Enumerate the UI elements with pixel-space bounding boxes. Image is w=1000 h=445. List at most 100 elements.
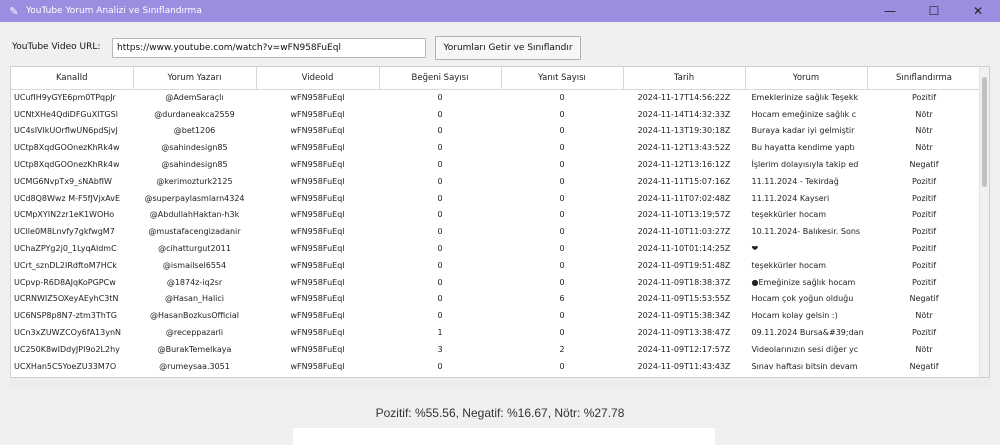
cell-replies: 0 xyxy=(559,109,565,119)
vertical-scrollbar[interactable] xyxy=(979,67,989,377)
cell-date: 2024-11-11T15:07:16Z xyxy=(637,176,731,186)
table-row[interactable]: UC6NSP8p8N7-ztm3ThTG @HasanBozkusOfficial… xyxy=(11,307,981,324)
cell-classification: Pozitif xyxy=(911,193,937,203)
table-row[interactable]: UCtp8XqdGOOnezKhRk4w @sahindesign85 wFN958… xyxy=(11,156,981,173)
table-row[interactable]: UCufIH9yGYE6pm0TPqpJr @AdemSaraçlı wFN958F… xyxy=(11,89,981,106)
cell-date: 2024-11-10T01:14:25Z xyxy=(637,244,731,254)
url-input[interactable] xyxy=(112,38,426,58)
table-row[interactable]: UCNtXHe4QdiDFGuXITGSl @durdaneakca2559 wFN… xyxy=(11,106,981,123)
cell-classification: Pozitif xyxy=(911,328,937,338)
window-title: YouTube Yorum Analizi ve Sınıflandırma xyxy=(26,6,202,16)
table-row[interactable]: UCtp8XqdGOOnezKhRk4w @sahindesign85 wFN958… xyxy=(11,139,981,156)
cell-likes: 0 xyxy=(437,109,443,119)
cell-channel-id: UCpvp-R6D8AJqKoPGPCw xyxy=(14,277,116,287)
close-icon[interactable]: ✕ xyxy=(956,0,1000,22)
cell-author: @cihatturgut2011 xyxy=(158,244,231,254)
table-row[interactable]: UCd8Q8Wwz M-F5fJVjxAvE @superpaylasmlarn4… xyxy=(11,190,981,207)
column-header[interactable]: Beğeni Sayısı xyxy=(379,67,502,90)
cell-channel-id: UCNtXHe4QdiDFGuXITGSl xyxy=(14,109,118,119)
cell-likes: 3 xyxy=(437,344,443,354)
toolbar: YouTube Video URL: Yorumları Getir ve Sı… xyxy=(0,22,1000,64)
table-row[interactable]: UC4sIVlkUOrflwUN6pdSjvJ @bet1206 wFN958FuE… xyxy=(11,123,981,140)
column-header[interactable]: Yanıt Sayısı xyxy=(501,67,624,90)
cell-author: @rumeysaa.3051 xyxy=(159,361,230,371)
column-header[interactable]: VideoId xyxy=(256,67,380,90)
cell-comment: 11.11.2024 Kayseri xyxy=(751,193,830,203)
cell-comment: Videolarınızın sesi diğer yc xyxy=(751,344,859,354)
cell-channel-id: UCtp8XqdGOOnezKhRk4w xyxy=(14,143,120,153)
cell-replies: 2 xyxy=(559,344,565,354)
cell-classification: Pozitif xyxy=(911,277,937,287)
cell-author: @bet1206 xyxy=(173,126,216,136)
cell-channel-id: UCtp8XqdGOOnezKhRk4w xyxy=(14,160,120,170)
cell-author: @Hasan_Halici xyxy=(164,294,225,304)
cell-likes: 1 xyxy=(437,328,443,338)
cell-likes: 0 xyxy=(437,193,443,203)
cell-author: @durdaneakca2559 xyxy=(154,109,235,119)
cell-video-id: wFN958FuEql xyxy=(290,260,345,270)
column-header[interactable]: Yorum Yazarı xyxy=(133,67,257,90)
cell-video-id: wFN958FuEql xyxy=(290,244,345,254)
cell-author: @sahindesign85 xyxy=(161,143,228,153)
table-row[interactable]: UCIle0M8Lnvfy7gkfwgM7 @mustafacengizadani… xyxy=(11,223,981,240)
cell-replies: 0 xyxy=(559,176,565,186)
cell-comment: 11.11.2024 - Tekirdağ xyxy=(751,176,839,186)
cell-video-id: wFN958FuEql xyxy=(290,227,345,237)
cell-replies: 0 xyxy=(559,210,565,220)
table-row[interactable]: UCXHan5C5YoeZU33M7O @rumeysaa.3051 wFN958F… xyxy=(11,358,981,375)
cell-date: 2024-11-14T14:32:33Z xyxy=(637,109,731,119)
cell-date: 2024-11-13T19:30:18Z xyxy=(637,126,731,136)
cell-video-id: wFN958FuEql xyxy=(290,210,345,220)
cell-author: @kerimozturk2125 xyxy=(156,176,233,186)
table-row[interactable]: UCpvp-R6D8AJqKoPGPCw @1874z-iq2sr wFN958Fu… xyxy=(11,274,981,291)
cell-comment: 10.11.2024- Balıkesir. Sons xyxy=(751,227,861,237)
cell-author: @sahindesign85 xyxy=(161,160,228,170)
cell-date: 2024-11-09T12:17:57Z xyxy=(637,344,731,354)
cell-date: 2024-11-09T11:43:43Z xyxy=(637,361,731,371)
minimize-icon[interactable]: — xyxy=(868,0,912,22)
cell-author: @HasanBozkusOfficial xyxy=(149,311,240,321)
column-header[interactable]: Yorum xyxy=(745,67,868,90)
table-row[interactable]: UCn3xZUWZCOy6fA13ynN @receppazarli wFN958F… xyxy=(11,324,981,341)
cell-likes: 0 xyxy=(437,277,443,287)
maximize-icon[interactable]: ☐ xyxy=(912,0,956,22)
cell-comment: Buraya kadar iyi gelmiştir xyxy=(751,126,855,136)
table-row[interactable]: UCrt_sznDL2IRdftoM7HCk @ismailsel6554 wFN9… xyxy=(11,257,981,274)
cell-date: 2024-11-12T13:43:52Z xyxy=(637,143,731,153)
cell-channel-id: UCMG6NvpTx9_sNAbfIW xyxy=(14,176,112,186)
cell-channel-id: UC250K8wIDdyJPI9o2L2hy xyxy=(14,344,120,354)
url-label: YouTube Video URL: xyxy=(12,42,101,52)
table-row[interactable]: UChaZPYg2j0_1LyqAldmC @cihatturgut2011 wFN… xyxy=(11,240,981,257)
cell-channel-id: UC4sIVlkUOrflwUN6pdSjvJ xyxy=(14,126,118,136)
cell-classification: Negatif xyxy=(909,294,939,304)
horizontal-scrollbar[interactable] xyxy=(10,380,990,388)
table-row[interactable]: UC250K8wIDdyJPI9o2L2hy @BurakTemelkaya wFN… xyxy=(11,341,981,358)
table-row[interactable]: UCMG6NvpTx9_sNAbfIW @kerimozturk2125 wFN95… xyxy=(11,173,981,190)
cell-likes: 0 xyxy=(437,143,443,153)
cell-date: 2024-11-09T15:53:55Z xyxy=(637,294,731,304)
cell-classification: Pozitif xyxy=(911,176,937,186)
cell-date: 2024-11-09T15:38:34Z xyxy=(637,311,731,321)
cell-classification: Pozitif xyxy=(911,227,937,237)
cell-likes: 0 xyxy=(437,93,443,103)
cell-classification: Pozitif xyxy=(911,244,937,254)
cell-likes: 0 xyxy=(437,361,443,371)
table-row[interactable]: UCRNWIZ5OXeyAEyhC3tN @Hasan_Halici wFN958F… xyxy=(11,291,981,308)
cell-video-id: wFN958FuEql xyxy=(290,109,345,119)
cell-likes: 0 xyxy=(437,227,443,237)
cell-channel-id: UCd8Q8Wwz M-F5fJVjxAvE xyxy=(14,193,121,203)
cell-author: @mustafacengizadanir xyxy=(148,227,241,237)
table-row[interactable]: UCMpXYIN2zr1eK1WOHo @AbdullahHaktan-h3k wF… xyxy=(11,207,981,224)
cell-comment: Hocam çok yoğun olduğu xyxy=(751,294,854,304)
feather-icon: ✎ xyxy=(9,4,19,18)
column-header[interactable]: KanalId xyxy=(11,67,134,90)
cell-replies: 0 xyxy=(559,126,565,136)
column-header[interactable]: Tarih xyxy=(623,67,746,90)
fetch-classify-button[interactable]: Yorumları Getir ve Sınıflandır xyxy=(435,36,581,60)
cell-replies: 0 xyxy=(559,361,565,371)
cell-comment: ❤ xyxy=(751,244,759,254)
column-header[interactable]: Sınıflandırma xyxy=(867,67,982,90)
cell-channel-id: UCn3xZUWZCOy6fA13ynN xyxy=(14,328,122,338)
scrollbar-thumb[interactable] xyxy=(982,77,987,187)
cell-author: @ismailsel6554 xyxy=(162,260,227,270)
